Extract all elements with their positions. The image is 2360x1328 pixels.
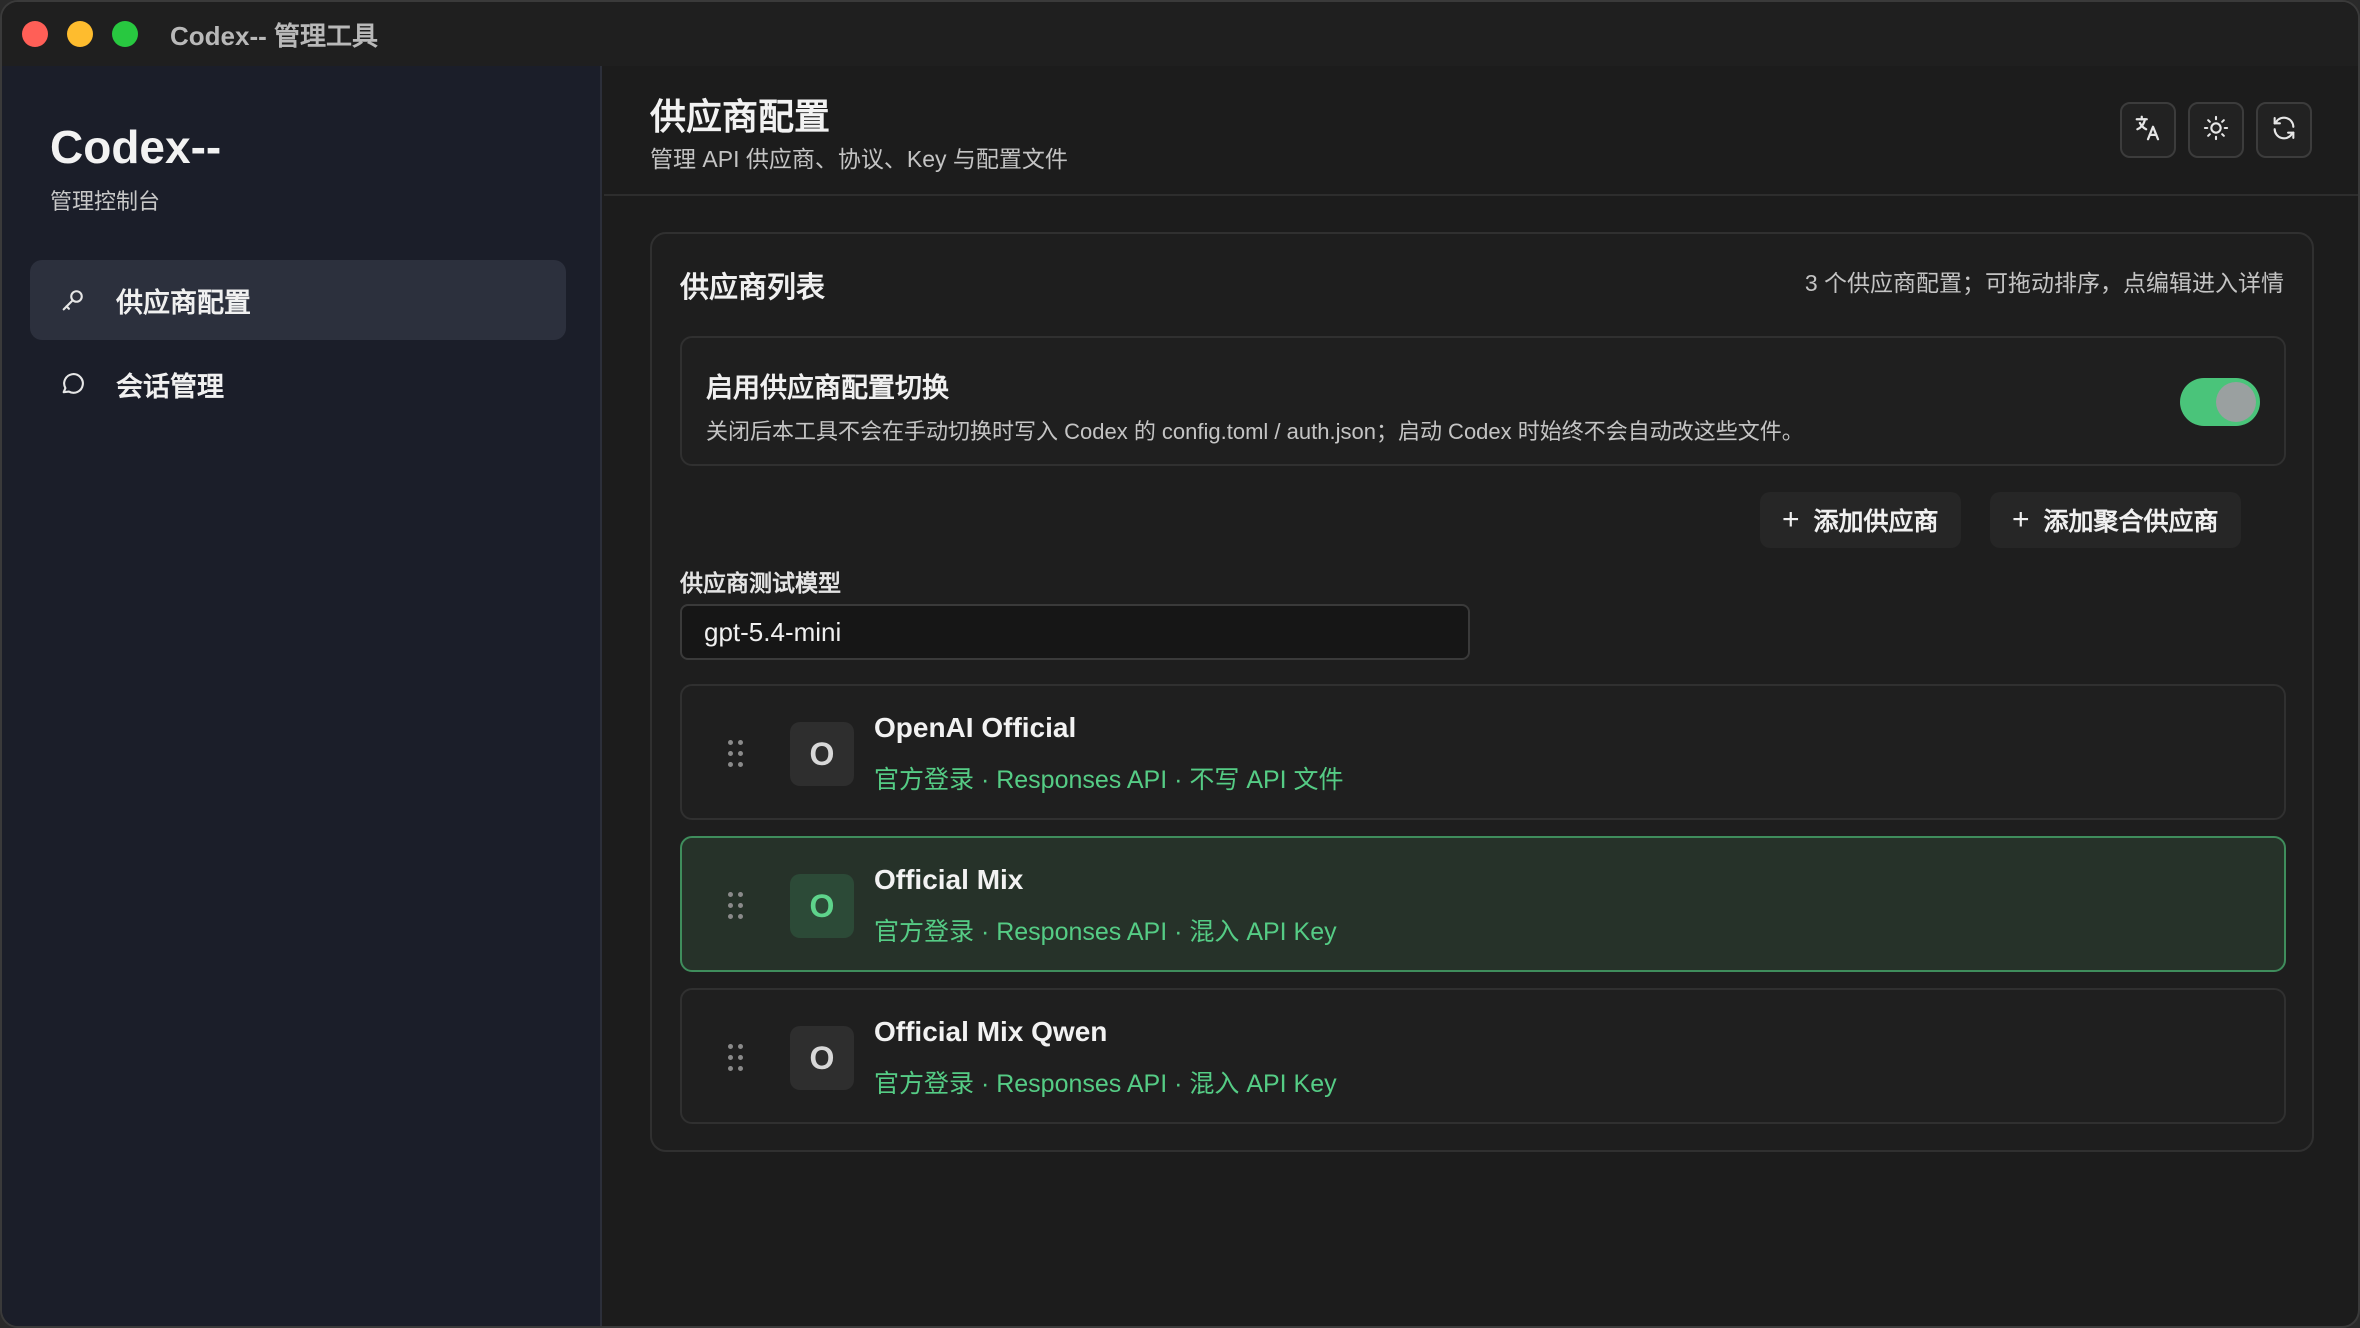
refresh-icon xyxy=(2270,114,2298,147)
app-window: Codex-- 管理工具 Codex-- 管理控制台 供应商配置 会话管理 供应… xyxy=(0,0,2360,1328)
language-button[interactable] xyxy=(2120,102,2176,158)
key-icon xyxy=(58,285,88,315)
plus-icon: + xyxy=(2012,503,2030,536)
provider-avatar: O xyxy=(790,874,854,938)
provider-avatar: O xyxy=(790,722,854,786)
panel-title: 供应商列表 xyxy=(680,272,826,304)
window-title: Codex-- 管理工具 xyxy=(170,20,379,51)
provider-switch-card: 启用供应商配置切换 关闭后本工具不会在手动切换时写入 Codex 的 confi… xyxy=(680,336,2286,466)
provider-card[interactable]: O OpenAI Official 官方登录 · Responses API ·… xyxy=(680,684,2286,820)
page-subtitle: 管理 API 供应商、协议、Key 与配置文件 xyxy=(650,146,1068,172)
brand-title: Codex-- xyxy=(50,121,222,173)
drag-handle-icon[interactable] xyxy=(726,736,746,772)
sidebar-item-label: 供应商配置 xyxy=(116,287,251,318)
brand-subtitle: 管理控制台 xyxy=(50,189,161,214)
provider-list-panel: 供应商列表 3 个供应商配置；可拖动排序，点编辑进入详情 启用供应商配置切换 关… xyxy=(650,232,2314,1152)
provider-switch-description: 关闭后本工具不会在手动切换时写入 Codex 的 config.toml / a… xyxy=(706,419,1804,444)
drag-handle-icon[interactable] xyxy=(726,888,746,924)
provider-avatar: O xyxy=(790,1026,854,1090)
plus-icon: + xyxy=(1782,503,1800,536)
provider-count-hint: 3 个供应商配置；可拖动排序，点编辑进入详情 xyxy=(1804,270,2284,296)
sidebar: Codex-- 管理控制台 供应商配置 会话管理 xyxy=(2,66,602,1326)
chat-bubble-icon xyxy=(58,369,88,399)
provider-meta: 官方登录 · Responses API · 混入 API Key xyxy=(874,918,1337,946)
sidebar-item-label: 会话管理 xyxy=(116,371,224,402)
add-aggregate-provider-button[interactable]: + 添加聚合供应商 xyxy=(1990,492,2241,548)
theme-toggle-button[interactable] xyxy=(2188,102,2244,158)
provider-meta: 官方登录 · Responses API · 混入 API Key xyxy=(874,1070,1337,1098)
provider-card-selected[interactable]: O Official Mix 官方登录 · Responses API · 混入… xyxy=(680,836,2286,972)
page-title: 供应商配置 xyxy=(650,96,831,137)
window-controls xyxy=(22,21,138,47)
sidebar-item-providers[interactable]: 供应商配置 xyxy=(30,260,566,340)
provider-switch-toggle[interactable] xyxy=(2180,378,2260,426)
page-header: 供应商配置 管理 API 供应商、协议、Key 与配置文件 xyxy=(604,66,2358,196)
translate-icon xyxy=(2133,113,2163,148)
sun-icon xyxy=(2202,114,2230,147)
add-aggregate-label: 添加聚合供应商 xyxy=(2043,508,2219,536)
test-model-label: 供应商测试模型 xyxy=(680,570,841,596)
add-provider-button[interactable]: + 添加供应商 xyxy=(1760,492,1961,548)
test-model-input[interactable] xyxy=(680,604,1470,660)
zoom-window-button[interactable] xyxy=(112,21,138,47)
provider-name: Official Mix xyxy=(874,864,1024,895)
add-provider-label: 添加供应商 xyxy=(1813,508,1939,536)
close-window-button[interactable] xyxy=(22,21,48,47)
provider-name: Official Mix Qwen xyxy=(874,1016,1108,1047)
drag-handle-icon[interactable] xyxy=(726,1040,746,1076)
minimize-window-button[interactable] xyxy=(67,21,93,47)
refresh-button[interactable] xyxy=(2256,102,2312,158)
provider-name: OpenAI Official xyxy=(874,712,1077,743)
provider-switch-title: 启用供应商配置切换 xyxy=(706,373,949,403)
toggle-knob xyxy=(2216,382,2256,422)
title-bar: Codex-- 管理工具 xyxy=(2,2,2358,66)
provider-card[interactable]: O Official Mix Qwen 官方登录 · Responses API… xyxy=(680,988,2286,1124)
sidebar-item-sessions[interactable]: 会话管理 xyxy=(30,344,566,424)
provider-meta: 官方登录 · Responses API · 不写 API 文件 xyxy=(874,766,1344,794)
